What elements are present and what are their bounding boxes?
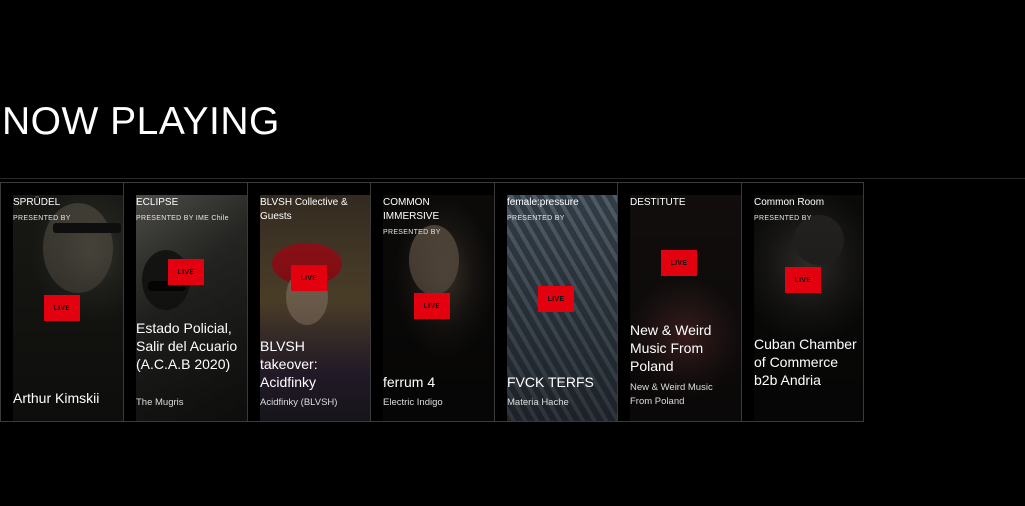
show-title[interactable]: FVCK TERFS — [507, 373, 612, 391]
show-card-common-room[interactable]: Common Room PRESENTED BY LIVE Cuban Cham… — [741, 182, 864, 422]
brand-name: ECLIPSE — [136, 197, 179, 208]
page-title: NOW PLAYING — [2, 100, 280, 143]
presented-by: PRESENTED BY — [507, 215, 565, 222]
brand-name: SPRÜDEL — [13, 197, 61, 208]
show-title[interactable]: Estado Policial, Salir del Acuario (A.C.… — [136, 319, 241, 373]
live-badge[interactable]: LIVE — [661, 250, 697, 276]
brand-name: COMMON IMMERSIVE — [383, 197, 440, 222]
presented-by: PRESENTED BY IME Chile — [136, 215, 229, 222]
now-playing-carousel[interactable]: SPRÜDEL PRESENTED BY LIVE Arthur Kimskii… — [0, 182, 875, 422]
show-card-destitute[interactable]: DESTITUTE LIVE New & Weird Music From Po… — [617, 182, 742, 422]
show-card-blvsh[interactable]: BLVSH Collective & Guests LIVE BLVSH tak… — [247, 182, 372, 422]
brand-name: BLVSH Collective & Guests — [260, 197, 348, 222]
show-image — [136, 195, 247, 421]
artist-name[interactable]: Materia Hache — [507, 396, 610, 410]
artist-name[interactable]: The Mugris — [136, 396, 239, 410]
presented-by: PRESENTED BY — [383, 229, 441, 236]
live-badge[interactable]: LIVE — [291, 265, 327, 291]
artist-name[interactable]: New & Weird Music From Poland — [630, 381, 733, 409]
show-card-female-pressure[interactable]: female:pressure PRESENTED BY LIVE FVCK T… — [494, 182, 619, 422]
brand-name: female:pressure — [507, 197, 579, 208]
presented-by: PRESENTED BY — [754, 215, 812, 222]
artist-name[interactable]: Arthur Kimskii — [13, 389, 118, 407]
brand-name: Common Room — [754, 197, 825, 208]
brand-name: DESTITUTE — [630, 197, 686, 208]
live-badge[interactable]: LIVE — [414, 293, 450, 319]
live-badge[interactable]: LIVE — [538, 286, 574, 312]
show-card-common-immersive[interactable]: COMMON IMMERSIVE PRESENTED BY LIVE ferru… — [370, 182, 495, 422]
show-title[interactable]: ferrum 4 — [383, 373, 488, 391]
artist-name[interactable]: Acidfinky (BLVSH) — [260, 396, 363, 410]
show-card-eclipse[interactable]: ECLIPSE PRESENTED BY IME Chile LIVE Esta… — [123, 182, 248, 422]
show-card-spruedel[interactable]: SPRÜDEL PRESENTED BY LIVE Arthur Kimskii — [0, 182, 125, 422]
live-badge[interactable]: LIVE — [785, 267, 821, 293]
divider — [0, 178, 1025, 179]
artist-name[interactable]: Electric Indigo — [383, 396, 486, 410]
live-badge[interactable]: LIVE — [168, 259, 204, 285]
show-title[interactable]: BLVSH takeover: Acidfinky — [260, 337, 365, 391]
show-title[interactable]: Cuban Chamber of Commerce b2b Andria — [754, 335, 857, 389]
live-badge[interactable]: LIVE — [44, 295, 80, 321]
presented-by: PRESENTED BY — [13, 215, 71, 222]
show-title[interactable]: New & Weird Music From Poland — [630, 321, 735, 375]
